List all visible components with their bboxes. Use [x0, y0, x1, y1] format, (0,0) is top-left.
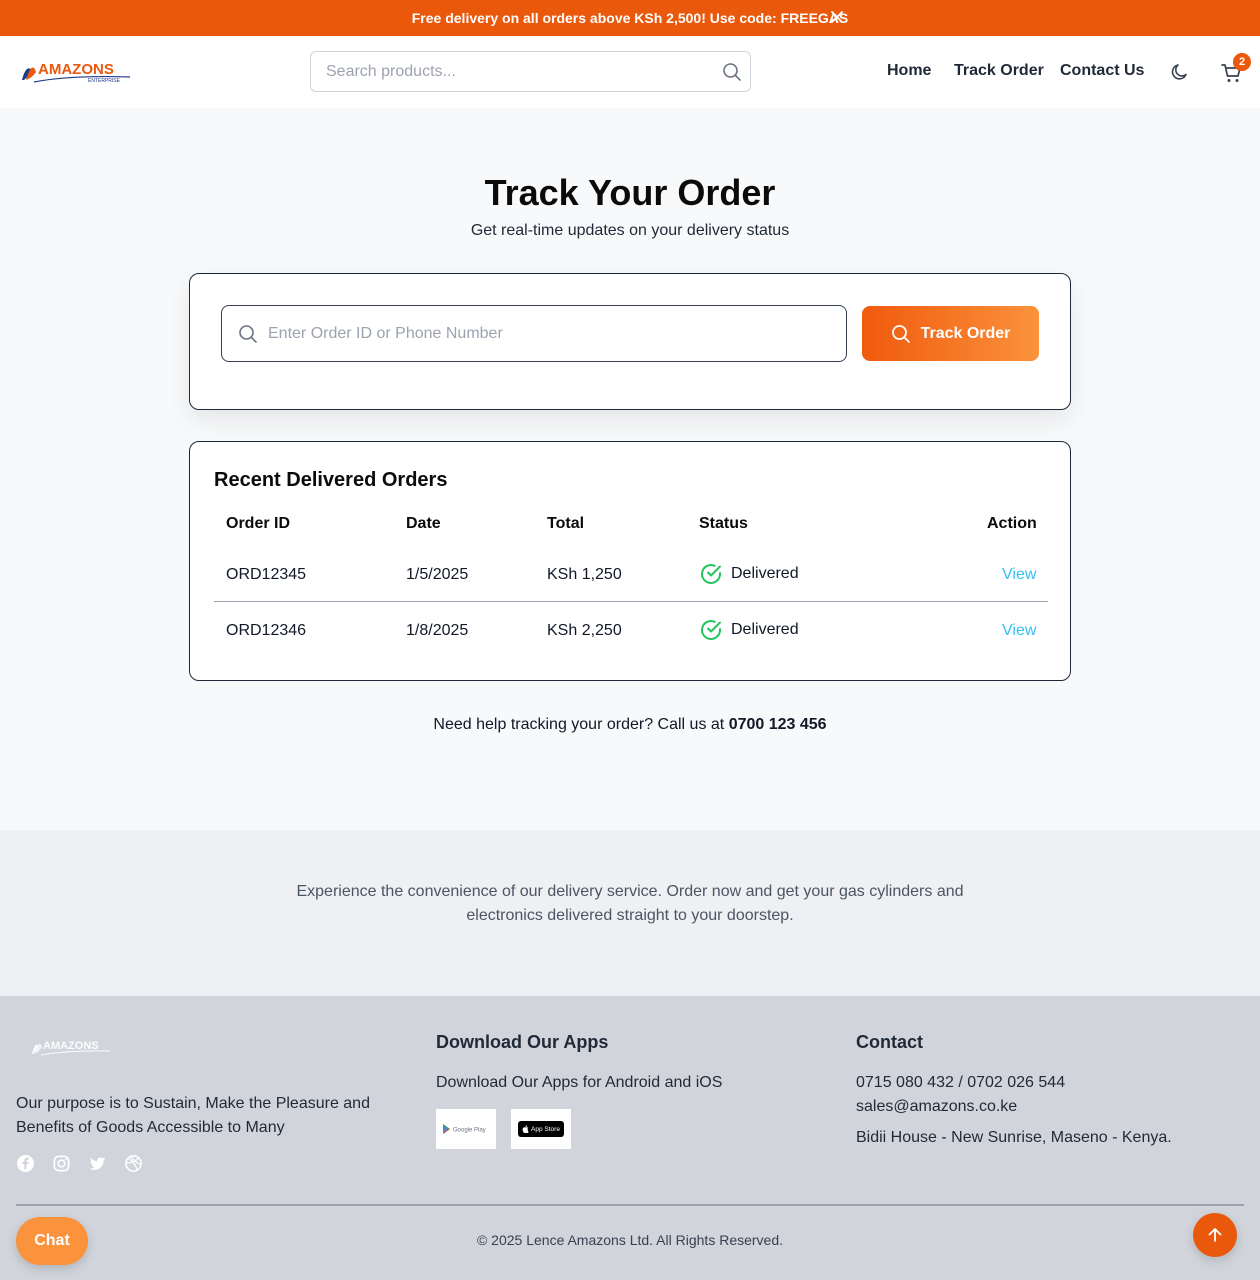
- status-text: Delivered: [731, 565, 799, 582]
- check-circle-icon: [701, 564, 721, 584]
- cart-count-badge: 2: [1233, 53, 1251, 71]
- total-cell: KSh 1,250: [547, 566, 622, 583]
- help-phone: 0700 123 456: [728, 716, 827, 733]
- search-box: [310, 51, 751, 92]
- search-icon: [891, 324, 910, 343]
- order-id-cell: ORD12346: [226, 622, 307, 639]
- track-input-wrapper: [221, 305, 847, 362]
- page-title: Track Your Order: [484, 172, 776, 213]
- view-order-link[interactable]: View: [1002, 622, 1036, 640]
- footer-divider: [16, 1204, 1244, 1206]
- scroll-to-top-button[interactable]: [1193, 1213, 1237, 1257]
- google-play-label: Google Play: [453, 1128, 486, 1134]
- instagram-icon[interactable]: [52, 1154, 71, 1173]
- apple-icon: [522, 1125, 529, 1133]
- table-row: ORD12346 1/8/2025 KSh 2,250 Delivered Vi…: [214, 602, 1048, 658]
- nav-contact-us[interactable]: Contact Us: [1060, 62, 1144, 80]
- twitter-icon[interactable]: [88, 1154, 107, 1173]
- status-badge: Delivered: [699, 618, 799, 642]
- apps-text: Download Our Apps for Android and iOS: [436, 1074, 723, 1091]
- arrow-up-icon: [1208, 1228, 1222, 1242]
- site-footer: AMAZONS Our purpose is to Sustain, Make …: [0, 996, 1260, 1280]
- nav-track-order[interactable]: Track Order: [954, 62, 1044, 80]
- google-play-badge[interactable]: Google Play: [436, 1109, 496, 1149]
- brand-logo[interactable]: AMAZONS ENTERPRISE: [20, 58, 134, 86]
- dribbble-icon[interactable]: [124, 1154, 143, 1173]
- copyright-text: © 2025 Lence Amazons Ltd. All Rights Res…: [476, 1232, 784, 1248]
- app-store-badge[interactable]: App Store: [511, 1109, 571, 1149]
- recent-orders-title: Recent Delivered Orders: [214, 469, 448, 491]
- contact-address: Bidii House - New Sunrise, Maseno - Keny…: [856, 1129, 1172, 1146]
- total-cell: KSh 2,250: [547, 622, 622, 639]
- chat-button[interactable]: Chat: [16, 1217, 88, 1265]
- moon-icon[interactable]: [1170, 62, 1190, 82]
- column-header-total: Total: [547, 515, 585, 532]
- site-header: AMAZONS ENTERPRISE Home Track Order Cont…: [0, 36, 1260, 108]
- status-text: Delivered: [731, 621, 799, 638]
- delivery-promo-text: Experience the convenience of our delive…: [296, 883, 964, 924]
- check-circle-icon: [701, 620, 721, 640]
- date-cell: 1/8/2025: [406, 622, 469, 639]
- view-order-link[interactable]: View: [1002, 566, 1036, 584]
- promo-text: Free delivery on all orders above KSh 2,…: [411, 10, 849, 26]
- track-order-button-label: Track Order: [920, 324, 1011, 342]
- facebook-icon[interactable]: [16, 1154, 35, 1173]
- track-order-button[interactable]: Track Order: [862, 306, 1039, 361]
- contact-email[interactable]: sales@amazons.co.ke: [856, 1098, 1017, 1116]
- footer-purpose-text: Our purpose is to Sustain, Make the Plea…: [16, 1095, 370, 1136]
- close-icon[interactable]: [830, 10, 844, 24]
- contact-phones: 0715 080 432 / 0702 026 544: [856, 1074, 1066, 1091]
- search-icon: [239, 325, 257, 343]
- help-text: Need help tracking your order? Call us a…: [0, 716, 1260, 734]
- help-label: Need help tracking your order? Call us a…: [433, 716, 729, 733]
- social-links: [16, 1154, 143, 1173]
- delivery-promo-section: Experience the convenience of our delive…: [0, 830, 1260, 996]
- nav-home[interactable]: Home: [887, 62, 931, 80]
- apps-heading: Download Our Apps: [436, 1032, 609, 1052]
- contact-heading: Contact: [856, 1032, 923, 1052]
- footer-brand-name: AMAZONS: [43, 1040, 99, 1052]
- track-order-card: Track Order: [189, 273, 1071, 410]
- order-id-cell: ORD12345: [226, 566, 307, 583]
- brand-name: AMAZONS: [38, 61, 114, 78]
- column-header-date: Date: [406, 515, 441, 532]
- date-cell: 1/5/2025: [406, 566, 469, 583]
- footer-brand-logo: AMAZONS: [32, 1040, 111, 1056]
- page-subtitle: Get real-time updates on your delivery s…: [470, 222, 790, 239]
- brand-tagline: ENTERPRISE: [88, 78, 121, 84]
- search-input[interactable]: [311, 52, 691, 91]
- app-store-label: App Store: [531, 1125, 560, 1133]
- column-header-order-id: Order ID: [226, 515, 291, 532]
- column-header-status: Status: [699, 515, 748, 532]
- table-row: ORD12345 1/5/2025 KSh 1,250 Delivered Vi…: [214, 546, 1048, 602]
- column-header-action: Action: [987, 515, 1037, 532]
- promo-banner: Free delivery on all orders above KSh 2,…: [0, 0, 1260, 36]
- search-icon[interactable]: [722, 62, 742, 82]
- status-badge: Delivered: [699, 562, 799, 586]
- order-id-input[interactable]: [268, 306, 828, 361]
- recent-orders-card: Recent Delivered Orders Order ID Date To…: [189, 441, 1071, 681]
- chat-button-label: Chat: [34, 1232, 70, 1249]
